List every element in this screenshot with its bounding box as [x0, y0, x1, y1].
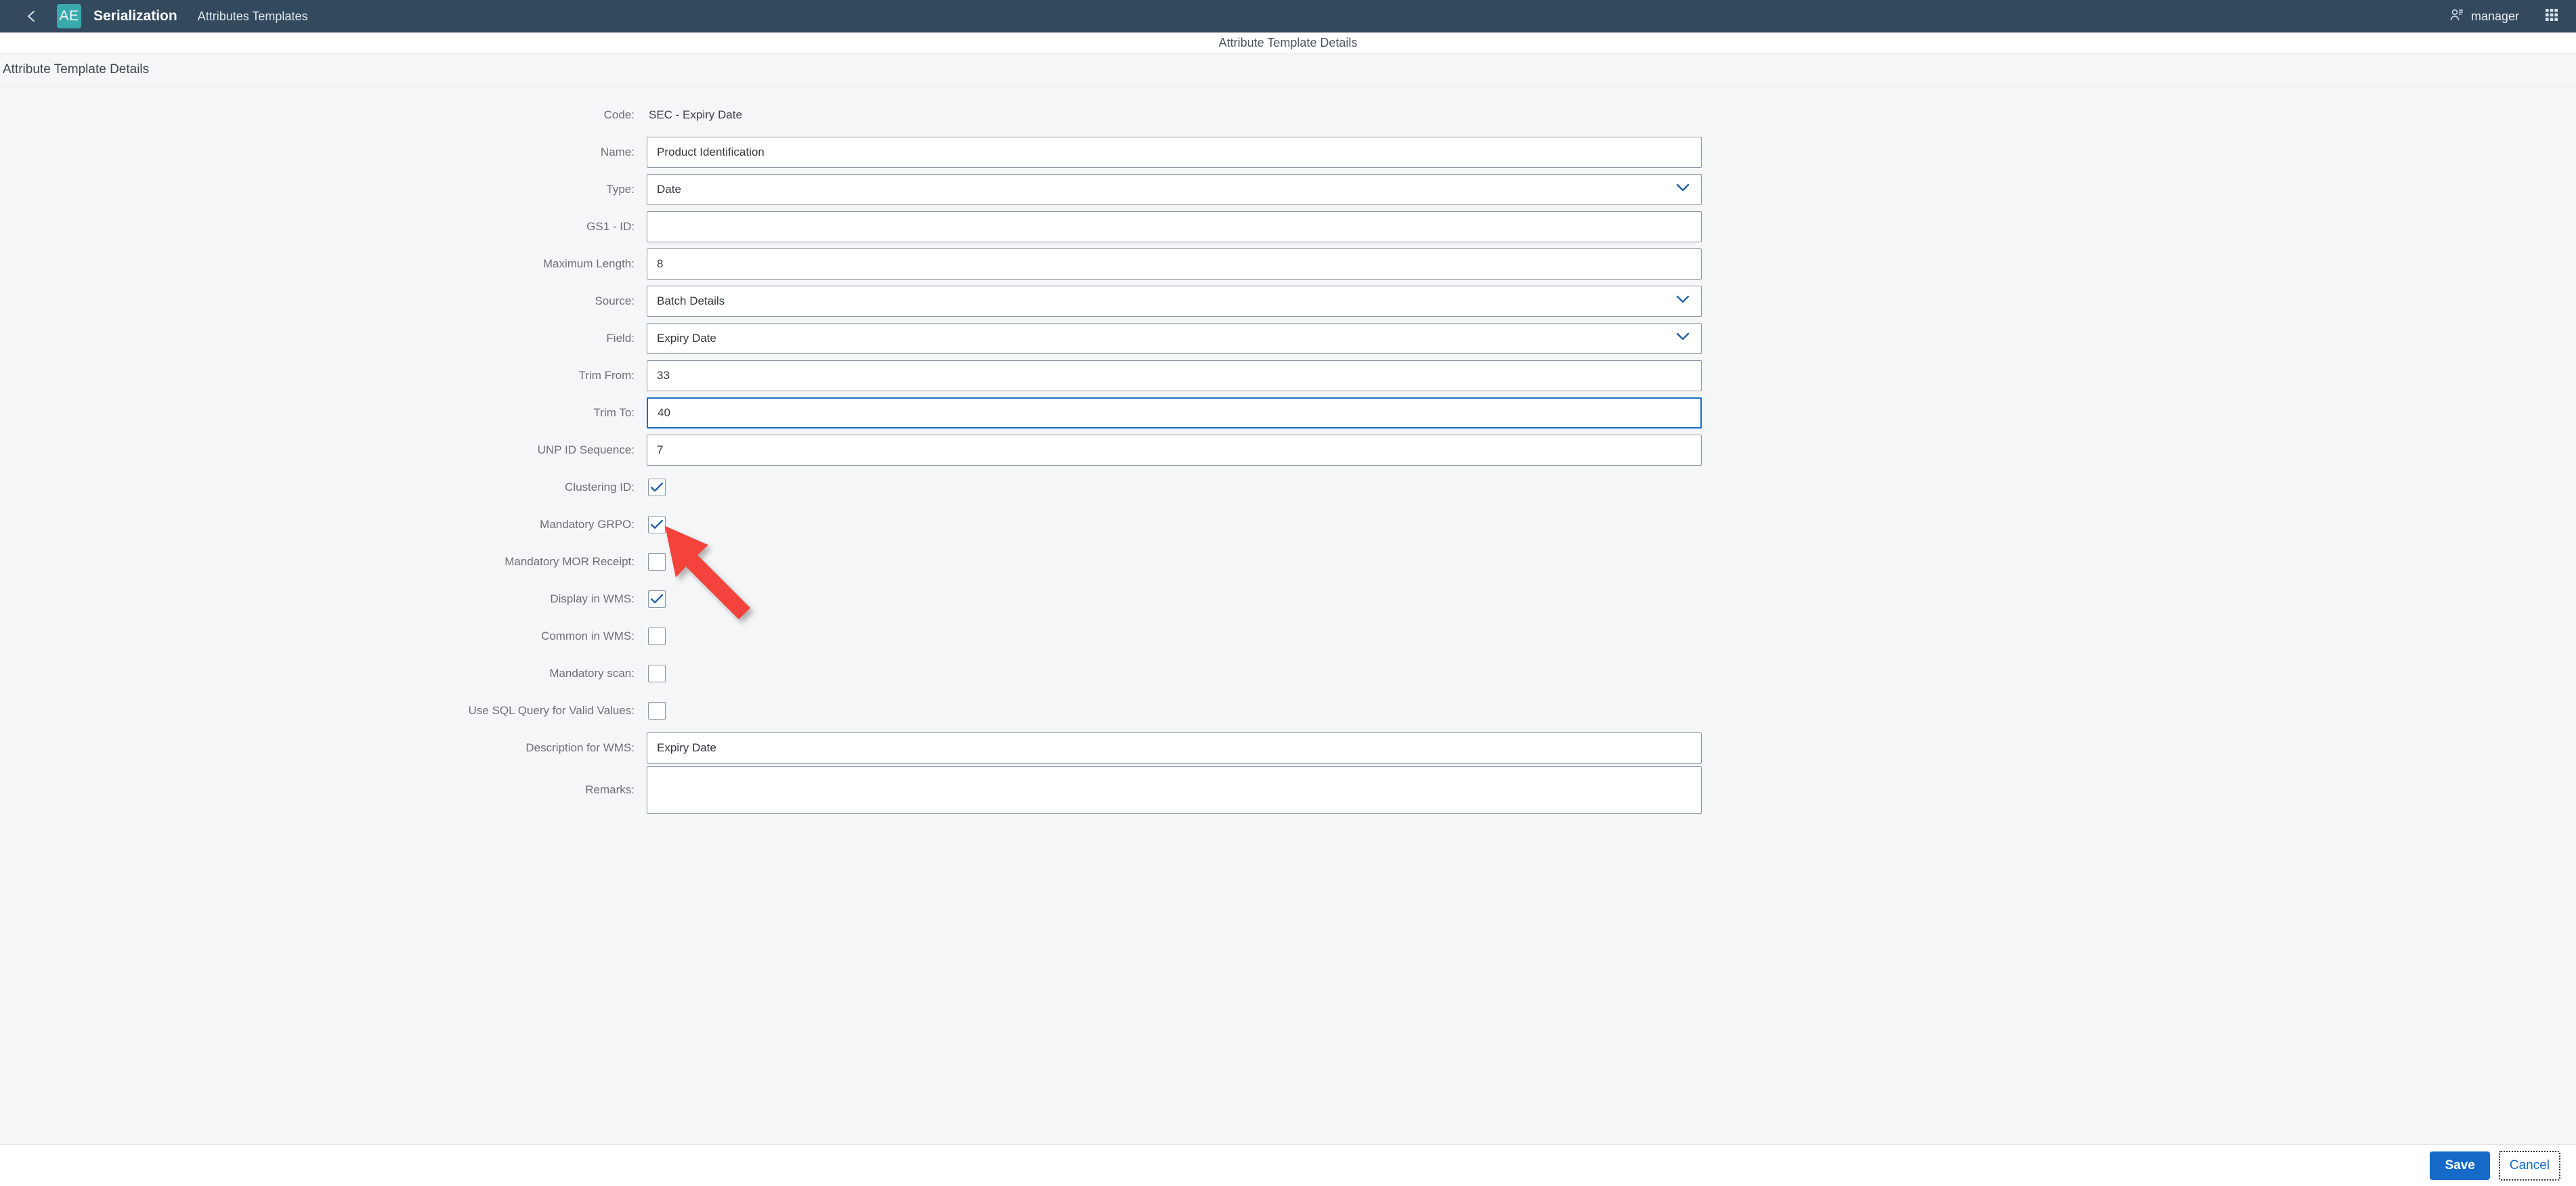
description-for-wms-input[interactable]: Expiry Date	[647, 732, 1702, 764]
code-value: SEC - Expiry Date	[647, 108, 1702, 122]
section-header: Attribute Template Details	[0, 54, 2576, 85]
user-name: manager	[2471, 9, 2519, 24]
save-button[interactable]: Save	[2430, 1151, 2489, 1180]
display-in-wms-label: Display in WMS:	[0, 592, 647, 606]
user-list-icon	[2449, 7, 2464, 26]
clustering-id-label: Clustering ID:	[0, 481, 647, 494]
source-label: Source:	[0, 294, 647, 308]
form-row-code: Code: SEC - Expiry Date	[0, 96, 2576, 133]
form-row-mandatory-scan: Mandatory scan:	[0, 655, 2576, 692]
unp-id-sequence-label: UNP ID Sequence:	[0, 443, 647, 457]
form-row-description-for-wms: Description for WMS: Expiry Date	[0, 729, 2576, 766]
form-row-type: Type: Date	[0, 171, 2576, 208]
form-row-name: Name: Product Identification	[0, 133, 2576, 171]
form-row-gs1-id: GS1 - ID:	[0, 208, 2576, 245]
mandatory-grpo-checkbox[interactable]	[648, 516, 666, 533]
common-in-wms-label: Common in WMS:	[0, 630, 647, 643]
code-label: Code:	[0, 108, 647, 122]
app-bar: AE Serialization Attributes Templates ma…	[0, 0, 2576, 32]
form-row-trim-to: Trim To: 40	[0, 394, 2576, 431]
form-row-remarks: Remarks:	[0, 766, 2576, 814]
form-row-trim-from: Trim From: 33	[0, 357, 2576, 394]
source-select[interactable]: Batch Details	[647, 286, 1702, 317]
mandatory-scan-checkbox[interactable]	[648, 665, 666, 682]
gs1-id-label: GS1 - ID:	[0, 220, 647, 234]
form-row-common-in-wms: Common in WMS:	[0, 617, 2576, 655]
section-heading: Attribute Template Details	[3, 62, 149, 77]
trim-to-label: Trim To:	[0, 406, 647, 420]
name-label: Name:	[0, 146, 647, 159]
mandatory-grpo-label: Mandatory GRPO:	[0, 518, 647, 531]
description-for-wms-label: Description for WMS:	[0, 741, 647, 755]
display-in-wms-checkbox[interactable]	[648, 590, 666, 608]
maximum-length-input[interactable]: 8	[647, 248, 1702, 280]
common-in-wms-checkbox[interactable]	[648, 628, 666, 645]
attribute-template-form: Code: SEC - Expiry Date Name: Product Id…	[0, 85, 2576, 814]
mandatory-mor-receipt-checkbox[interactable]	[648, 553, 666, 571]
use-sql-query-label: Use SQL Query for Valid Values:	[0, 704, 647, 718]
mandatory-mor-receipt-label: Mandatory MOR Receipt:	[0, 555, 647, 569]
type-label: Type:	[0, 183, 647, 196]
footer-action-bar: Save Cancel	[0, 1144, 2576, 1186]
app-logo: AE	[57, 4, 81, 28]
back-button[interactable]	[22, 6, 42, 26]
form-row-mandatory-mor-receipt: Mandatory MOR Receipt:	[0, 543, 2576, 580]
form-row-unp-id-sequence: UNP ID Sequence: 7	[0, 431, 2576, 468]
page-title: Attribute Template Details	[1219, 36, 1358, 50]
form-row-clustering-id: Clustering ID:	[0, 468, 2576, 506]
form-row-source: Source: Batch Details	[0, 282, 2576, 320]
chevron-left-icon	[25, 9, 39, 23]
sub-header: Attribute Template Details	[0, 32, 2576, 54]
clustering-id-checkbox[interactable]	[648, 479, 666, 496]
trim-from-label: Trim From:	[0, 369, 647, 382]
gs1-id-input[interactable]	[647, 211, 1702, 242]
unp-id-sequence-input[interactable]: 7	[647, 435, 1702, 466]
check-icon	[650, 482, 664, 493]
name-input[interactable]: Product Identification	[647, 137, 1702, 168]
form-row-mandatory-grpo: Mandatory GRPO:	[0, 506, 2576, 543]
form-row-field: Field: Expiry Date	[0, 320, 2576, 357]
remarks-label: Remarks:	[0, 783, 647, 797]
remarks-textarea[interactable]	[647, 766, 1702, 814]
use-sql-query-checkbox[interactable]	[648, 702, 666, 720]
form-row-use-sql-query: Use SQL Query for Valid Values:	[0, 692, 2576, 729]
form-row-display-in-wms: Display in WMS:	[0, 580, 2576, 617]
trim-from-input[interactable]: 33	[647, 360, 1702, 391]
cancel-button[interactable]: Cancel	[2499, 1151, 2560, 1180]
maximum-length-label: Maximum Length:	[0, 257, 647, 271]
check-icon	[650, 519, 664, 530]
user-menu[interactable]: manager	[2449, 7, 2519, 26]
app-grid-icon[interactable]	[2545, 8, 2558, 25]
field-select[interactable]: Expiry Date	[647, 323, 1702, 354]
app-bar-right: manager	[2449, 7, 2558, 26]
field-label: Field:	[0, 332, 647, 345]
trim-to-input[interactable]: 40	[647, 397, 1702, 429]
check-icon	[650, 594, 664, 605]
app-title: Serialization	[93, 8, 177, 24]
type-select[interactable]: Date	[647, 174, 1702, 205]
form-row-maximum-length: Maximum Length: 8	[0, 245, 2576, 282]
mandatory-scan-label: Mandatory scan:	[0, 667, 647, 680]
app-section-label: Attributes Templates	[198, 9, 308, 24]
